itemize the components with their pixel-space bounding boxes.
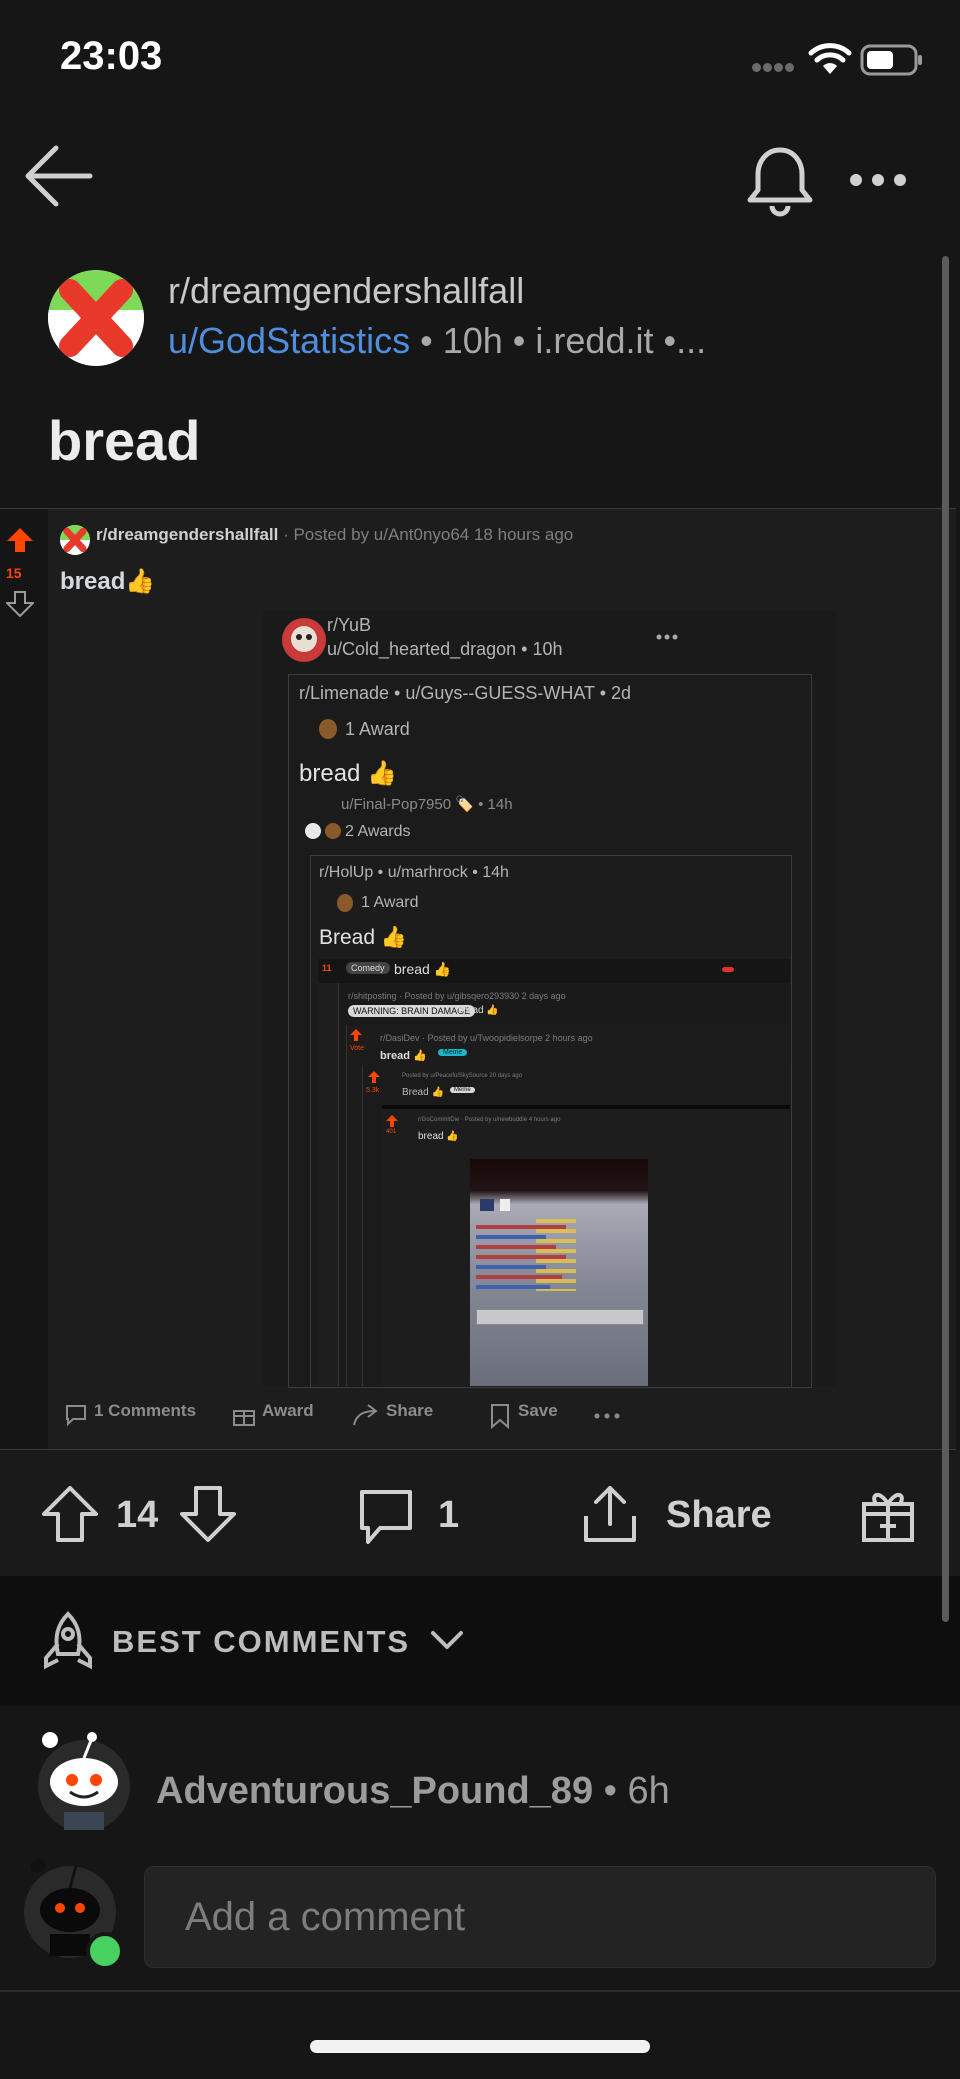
more-options-button[interactable] [846, 160, 910, 200]
back-arrow-icon [25, 145, 93, 207]
online-status-dot [86, 1932, 124, 1970]
comment-count: 1 [438, 1494, 460, 1536]
rocket-icon [38, 1610, 98, 1672]
share-label[interactable]: Share [666, 1494, 772, 1537]
scrollbar[interactable] [942, 256, 949, 1622]
comment-author[interactable]: Adventurous_Pound_89 • 6h [156, 1770, 670, 1813]
post-domain[interactable]: i.redd.it [535, 320, 653, 361]
upvote-arrow-icon [42, 1486, 98, 1542]
image-share-icon [353, 1404, 378, 1426]
upvote-button[interactable] [40, 1484, 100, 1544]
cellular-signal-icon [752, 62, 796, 74]
chevron-down-icon[interactable] [430, 1630, 464, 1652]
subreddit-name[interactable]: r/dreamgendershallfall [168, 270, 524, 312]
comment-placeholder: Add a comment [185, 1895, 466, 1939]
author-link[interactable]: u/GodStatistics [168, 320, 410, 361]
share-upload-icon [584, 1486, 636, 1542]
post-title: bread [48, 409, 201, 472]
downvote-button[interactable] [178, 1484, 238, 1544]
image-title: bread👍 [60, 568, 156, 595]
image-vote-count: 15 [6, 565, 22, 581]
image-post-body: r/dreamgendershallfall · Posted by u/Ant… [48, 509, 956, 1449]
ellipsis-icon [850, 174, 906, 186]
image-subreddit-icon [60, 525, 90, 555]
image-gift-icon [233, 1410, 255, 1426]
comment-age: • 6h [593, 1770, 670, 1812]
add-comment-input[interactable]: Add a comment [144, 1866, 936, 1968]
comments-button[interactable] [356, 1486, 416, 1546]
yub-avatar [282, 618, 326, 662]
gift-icon [862, 1493, 914, 1542]
quoted-post-3: 11 Comedy bread 👍 r/shitposting · Posted… [318, 959, 791, 1386]
award-button[interactable] [858, 1484, 918, 1544]
post-image[interactable]: 15 r/dreamgendershallfall · Posted by u/… [0, 508, 956, 1450]
image-vote-column: 15 [0, 509, 48, 1449]
comment-author-avatar[interactable] [34, 1728, 134, 1832]
image-header: r/dreamgendershallfall · Posted by u/Ant… [96, 525, 574, 544]
subreddit-avatar[interactable] [48, 270, 144, 366]
image-bookmark-icon [491, 1404, 509, 1429]
sort-label[interactable]: BEST COMMENTS [112, 1624, 410, 1660]
comment-bubble-icon [360, 1490, 412, 1544]
battery-icon [860, 44, 924, 76]
card-more-icon [656, 634, 678, 640]
back-button[interactable] [22, 140, 96, 214]
home-indicator[interactable] [310, 2040, 650, 2053]
post-age: 10h [442, 320, 503, 361]
bottom-divider [0, 1990, 960, 1992]
share-button[interactable] [580, 1484, 640, 1546]
notification-bell-button[interactable] [740, 140, 820, 220]
image-comment-icon [66, 1405, 86, 1427]
bell-icon [747, 147, 813, 217]
photo-of-screen [470, 1159, 648, 1386]
vote-count: 14 [116, 1494, 159, 1536]
post-meta: u/GodStatistics • 10h • i.redd.it •... [168, 320, 707, 361]
wifi-icon [808, 42, 852, 76]
downvote-arrow-icon [180, 1486, 236, 1542]
image-more-icon [594, 1413, 620, 1419]
status-time: 23:03 [60, 34, 163, 78]
